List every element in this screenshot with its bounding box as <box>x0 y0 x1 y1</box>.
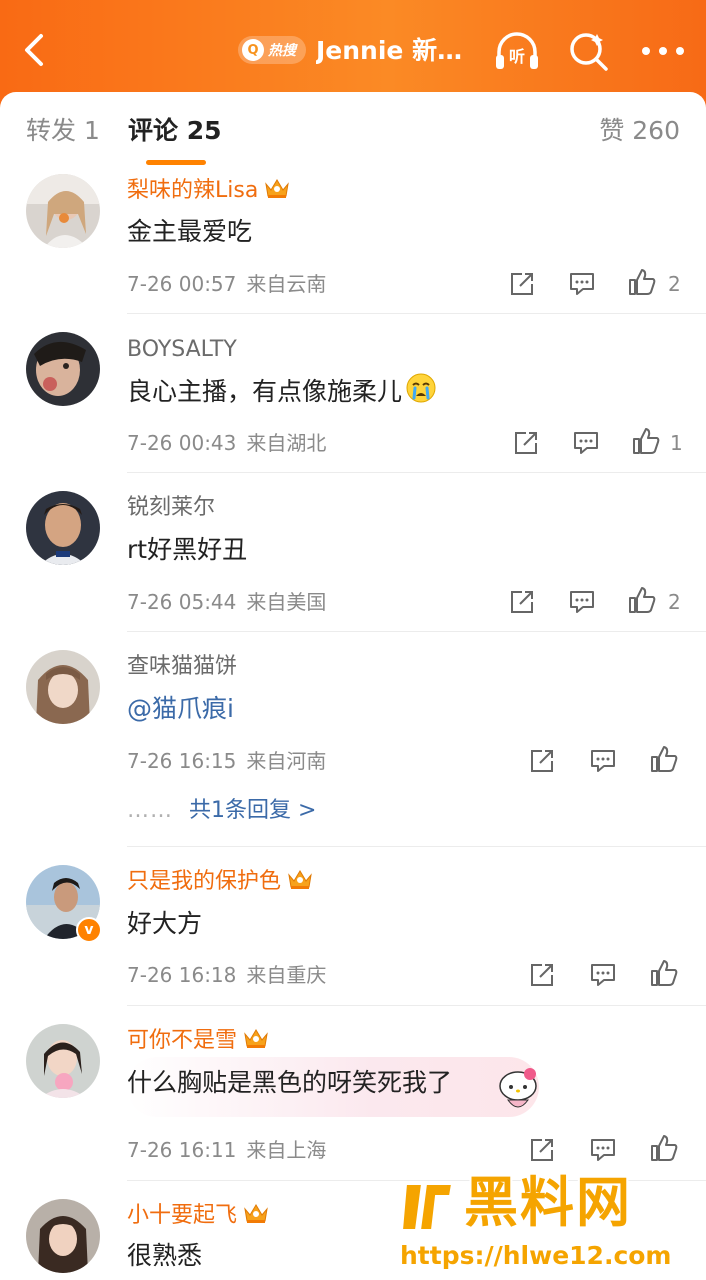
tab-comment[interactable]: 评论 25 <box>128 114 222 148</box>
tab-likes[interactable]: 赞 260 <box>599 114 680 148</box>
comment-text: 很熟悉 <box>127 1241 203 1270</box>
comment-text: 良心主播，有点像施柔儿 <box>127 372 438 410</box>
comment-time: 7-26 16:18 <box>127 963 237 987</box>
reply-comment-icon[interactable] <box>568 588 596 616</box>
avatar[interactable] <box>26 174 100 248</box>
divider <box>127 472 706 473</box>
comment-location: 来自河南 <box>246 749 327 773</box>
view-replies-link[interactable]: …… 共1条回复 > <box>127 796 316 826</box>
hot-search-label: 热搜 <box>268 43 296 59</box>
site-watermark: 黑料网 https://hlwe12.com <box>398 1170 698 1274</box>
comment-time: 7-26 16:11 <box>127 1138 237 1162</box>
comment-meta: 7-26 00:43 来自湖北 <box>127 429 326 457</box>
comment-username[interactable]: 小十要起飞 <box>127 1201 269 1231</box>
avatar[interactable] <box>26 650 100 724</box>
listen-headphones-icon[interactable]: 听 <box>492 28 542 74</box>
comments-panel: 转发 1 评论 25 赞 260 梨味的辣Lisa 金主最爱吃 7-26 00:… <box>0 92 706 1280</box>
like-thumb-icon[interactable] <box>628 268 656 296</box>
share-icon[interactable] <box>508 588 536 616</box>
username-text[interactable]: 只是我的保护色 <box>127 869 281 894</box>
comment-time: 7-26 05:44 <box>127 590 237 614</box>
like-thumb-icon[interactable] <box>632 427 660 455</box>
back-arrow-icon[interactable] <box>16 30 56 70</box>
reply-comment-icon[interactable] <box>572 429 600 457</box>
search-icon[interactable] <box>566 28 612 74</box>
hot-search-badge[interactable]: Q 热搜 <box>238 36 306 64</box>
more-options-icon[interactable] <box>638 28 688 74</box>
share-icon[interactable] <box>528 747 556 775</box>
watermark-logo-icon <box>400 1183 454 1231</box>
reply-comment-icon[interactable] <box>589 961 617 989</box>
verified-badge: v <box>76 917 102 943</box>
reply-comment-icon[interactable] <box>589 1136 617 1164</box>
tab-bar: 转发 1 评论 25 赞 260 <box>0 92 706 172</box>
like-thumb-icon[interactable] <box>650 959 678 987</box>
comment-username[interactable]: 查味猫猫饼 <box>127 652 237 682</box>
like-count: 2 <box>668 272 681 296</box>
reply-dots: …… <box>127 798 173 823</box>
crying-face-icon <box>406 373 436 403</box>
comment-time: 7-26 16:15 <box>127 749 237 773</box>
like-thumb-icon[interactable] <box>650 745 678 773</box>
comment-meta: 7-26 16:18 来自重庆 <box>127 961 326 989</box>
comment-meta: 7-26 16:15 来自河南 <box>127 747 326 775</box>
hello-kitty-sticker-icon <box>499 1068 537 1108</box>
comment-text: 什么胸贴是黑色的呀笑死我了 <box>127 1068 453 1097</box>
comment-meta: 7-26 00:57 来自云南 <box>127 270 326 298</box>
comment-location: 来自重庆 <box>246 963 327 987</box>
mention-link[interactable]: @猫爪痕i <box>127 691 234 727</box>
share-icon[interactable] <box>528 961 556 989</box>
avatar[interactable] <box>26 1024 100 1098</box>
divider <box>127 1005 706 1006</box>
reply-comment-icon[interactable] <box>568 270 596 298</box>
vip-crown-icon <box>244 1204 268 1223</box>
comment-location: 来自湖北 <box>246 431 327 455</box>
username-text[interactable]: 梨味的辣Lisa <box>127 178 258 203</box>
comment-text: 金主最爱吃 <box>127 217 253 246</box>
comment-meta: 7-26 05:44 来自美国 <box>127 588 326 616</box>
active-tab-indicator <box>146 160 206 165</box>
comment-time: 7-26 00:43 <box>127 431 237 455</box>
comment-text: rt好黑好丑 <box>127 535 248 564</box>
comment-text-body: 良心主播，有点像施柔儿 <box>127 377 403 406</box>
comment-location: 来自美国 <box>246 590 327 614</box>
avatar[interactable] <box>26 1199 100 1273</box>
comment-meta: 7-26 16:11 来自上海 <box>127 1136 326 1164</box>
like-thumb-icon[interactable] <box>628 586 656 614</box>
vip-crown-icon <box>288 870 312 889</box>
comment-text: 好大方 <box>127 909 203 938</box>
vip-crown-icon <box>265 179 290 198</box>
divider <box>127 313 706 314</box>
comment-time: 7-26 00:57 <box>127 272 237 296</box>
reply-comment-icon[interactable] <box>589 747 617 775</box>
watermark-title: 黑料网 <box>464 1171 632 1234</box>
username-text[interactable]: 小十要起飞 <box>127 1203 237 1228</box>
hot-search-icon: Q <box>242 39 264 61</box>
comment-username[interactable]: 可你不是雪 <box>127 1026 269 1056</box>
divider <box>127 631 706 632</box>
comment-username[interactable]: 只是我的保护色 <box>127 867 313 897</box>
vip-crown-icon <box>244 1029 268 1048</box>
username-text[interactable]: 可你不是雪 <box>127 1028 237 1053</box>
avatar[interactable] <box>26 491 100 565</box>
share-icon[interactable] <box>512 429 540 457</box>
comment-username[interactable]: 锐刻莱尔 <box>127 493 215 523</box>
like-thumb-icon[interactable] <box>650 1134 678 1162</box>
watermark-url: https://hlwe12.com <box>400 1241 672 1270</box>
svg-text:听: 听 <box>509 47 525 66</box>
like-count: 2 <box>668 590 681 614</box>
comment-username[interactable]: BOYSALTY <box>127 335 237 365</box>
comment-location: 来自云南 <box>246 272 327 296</box>
comment-username[interactable]: 梨味的辣Lisa <box>127 176 290 206</box>
divider <box>127 846 706 847</box>
tab-forward[interactable]: 转发 1 <box>26 114 100 148</box>
like-count: 1 <box>670 431 683 455</box>
reply-count-text[interactable]: 共1条回复 > <box>189 798 316 823</box>
avatar[interactable] <box>26 332 100 406</box>
comment-location: 来自上海 <box>246 1138 327 1162</box>
share-icon[interactable] <box>528 1136 556 1164</box>
page-title: Jennie 新… <box>316 36 463 65</box>
share-icon[interactable] <box>508 270 536 298</box>
